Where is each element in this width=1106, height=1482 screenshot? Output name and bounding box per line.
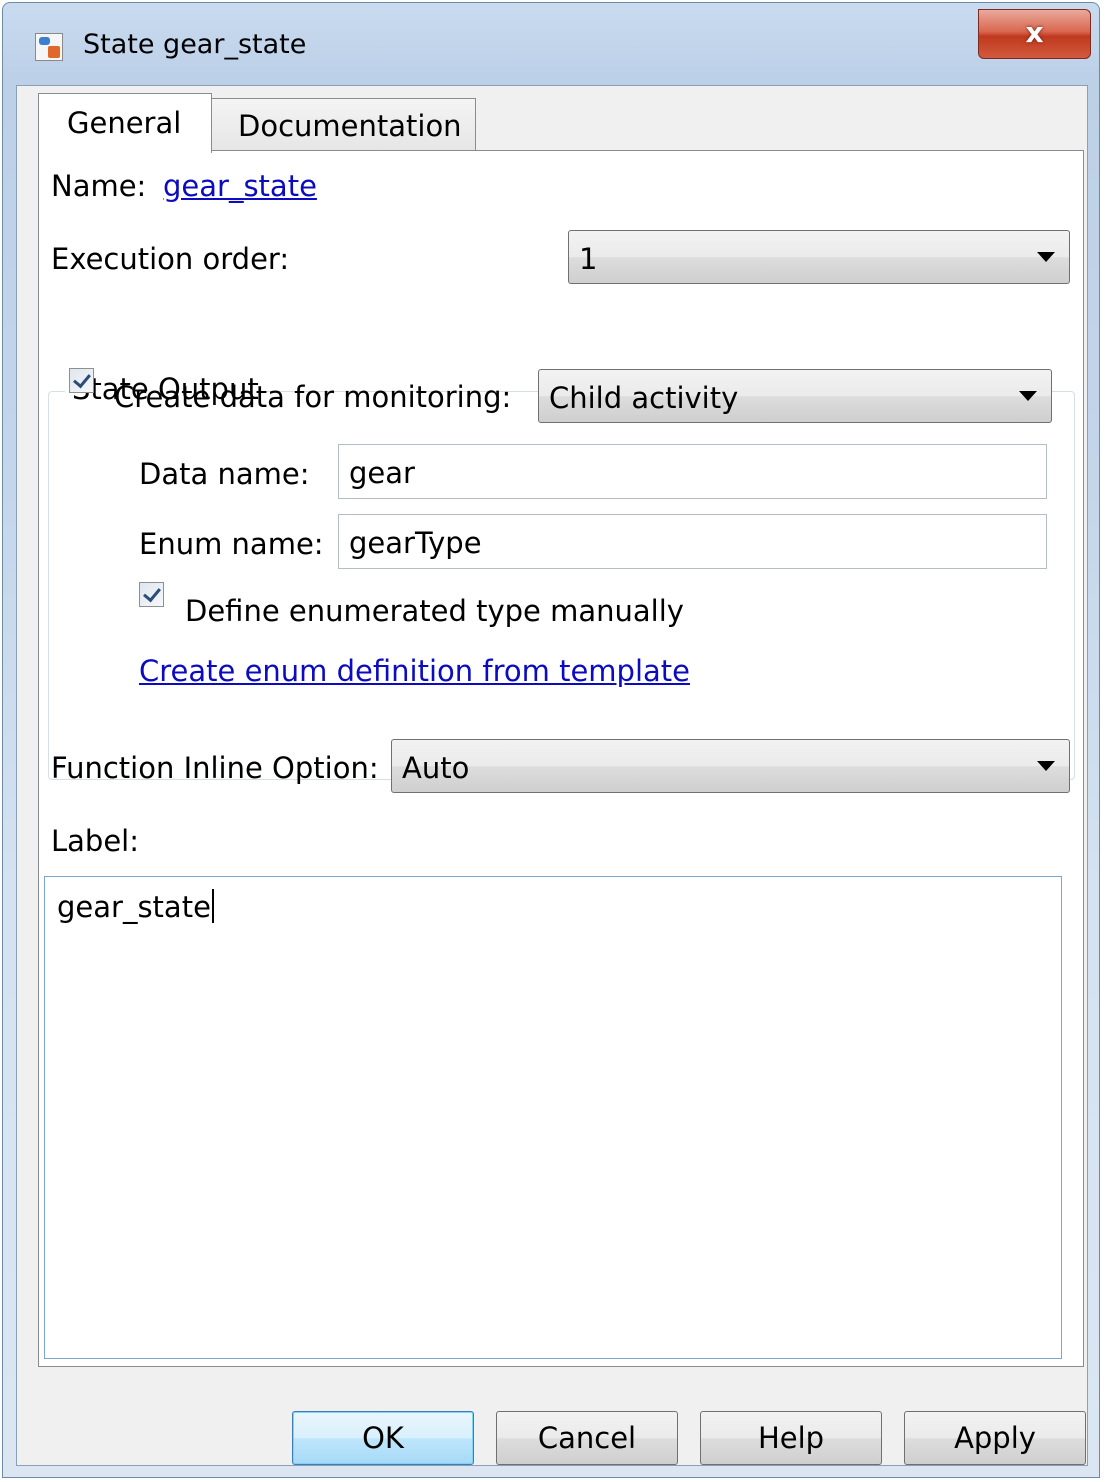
window-title: State gear_state: [83, 29, 307, 60]
execution-order-dropdown[interactable]: 1: [568, 230, 1070, 284]
tab-general[interactable]: General: [38, 93, 212, 153]
create-data-label[interactable]: Create data for monitoring:: [114, 380, 511, 414]
create-data-checkbox[interactable]: [69, 368, 94, 393]
dialog-window: State gear_state x General Documentation…: [2, 2, 1100, 1478]
text-caret: [211, 889, 214, 923]
apply-button[interactable]: Apply: [904, 1411, 1086, 1465]
monitoring-type-value: Child activity: [549, 381, 739, 415]
enum-name-value: gearType: [349, 526, 482, 560]
tab-documentation[interactable]: Documentation: [211, 98, 476, 151]
name-link[interactable]: gear_state: [163, 169, 317, 203]
execution-order-label: Execution order:: [51, 242, 290, 276]
data-name-label: Data name:: [139, 457, 310, 491]
data-name-value: gear: [349, 456, 415, 490]
function-inline-value: Auto: [402, 751, 470, 785]
define-enum-checkbox[interactable]: [139, 582, 164, 607]
enum-name-field[interactable]: gearType: [338, 514, 1047, 569]
name-label: Name:: [51, 169, 147, 203]
label-text-value: gear_state: [57, 890, 211, 924]
execution-order-value: 1: [579, 242, 598, 276]
define-enum-label[interactable]: Define enumerated type manually: [185, 594, 684, 628]
function-inline-label: Function Inline Option:: [51, 751, 379, 785]
title-bar[interactable]: State gear_state x: [3, 3, 1099, 87]
close-button[interactable]: x: [978, 9, 1091, 59]
monitoring-type-dropdown[interactable]: Child activity: [538, 369, 1052, 423]
data-name-field[interactable]: gear: [338, 444, 1047, 499]
dropdown-arrow-icon: [1019, 391, 1037, 401]
general-tab-panel: Name: gear_state Execution order: 1 Stat…: [38, 150, 1084, 1367]
close-icon: x: [1025, 16, 1044, 49]
label-textarea[interactable]: gear_state: [44, 876, 1062, 1359]
dialog-client-area: General Documentation Name: gear_state E…: [16, 85, 1088, 1466]
dropdown-arrow-icon: [1037, 761, 1055, 771]
label-field-label: Label:: [51, 824, 140, 858]
create-enum-template-link[interactable]: Create enum definition from template: [139, 654, 690, 688]
checkmark-icon: [143, 583, 161, 603]
help-button[interactable]: Help: [700, 1411, 882, 1465]
dropdown-arrow-icon: [1037, 252, 1055, 262]
stateflow-state-icon: [35, 33, 63, 61]
enum-name-label: Enum name:: [139, 527, 324, 561]
cancel-button[interactable]: Cancel: [496, 1411, 678, 1465]
function-inline-dropdown[interactable]: Auto: [391, 739, 1070, 793]
ok-button[interactable]: OK: [292, 1411, 474, 1465]
checkmark-icon: [73, 369, 91, 389]
